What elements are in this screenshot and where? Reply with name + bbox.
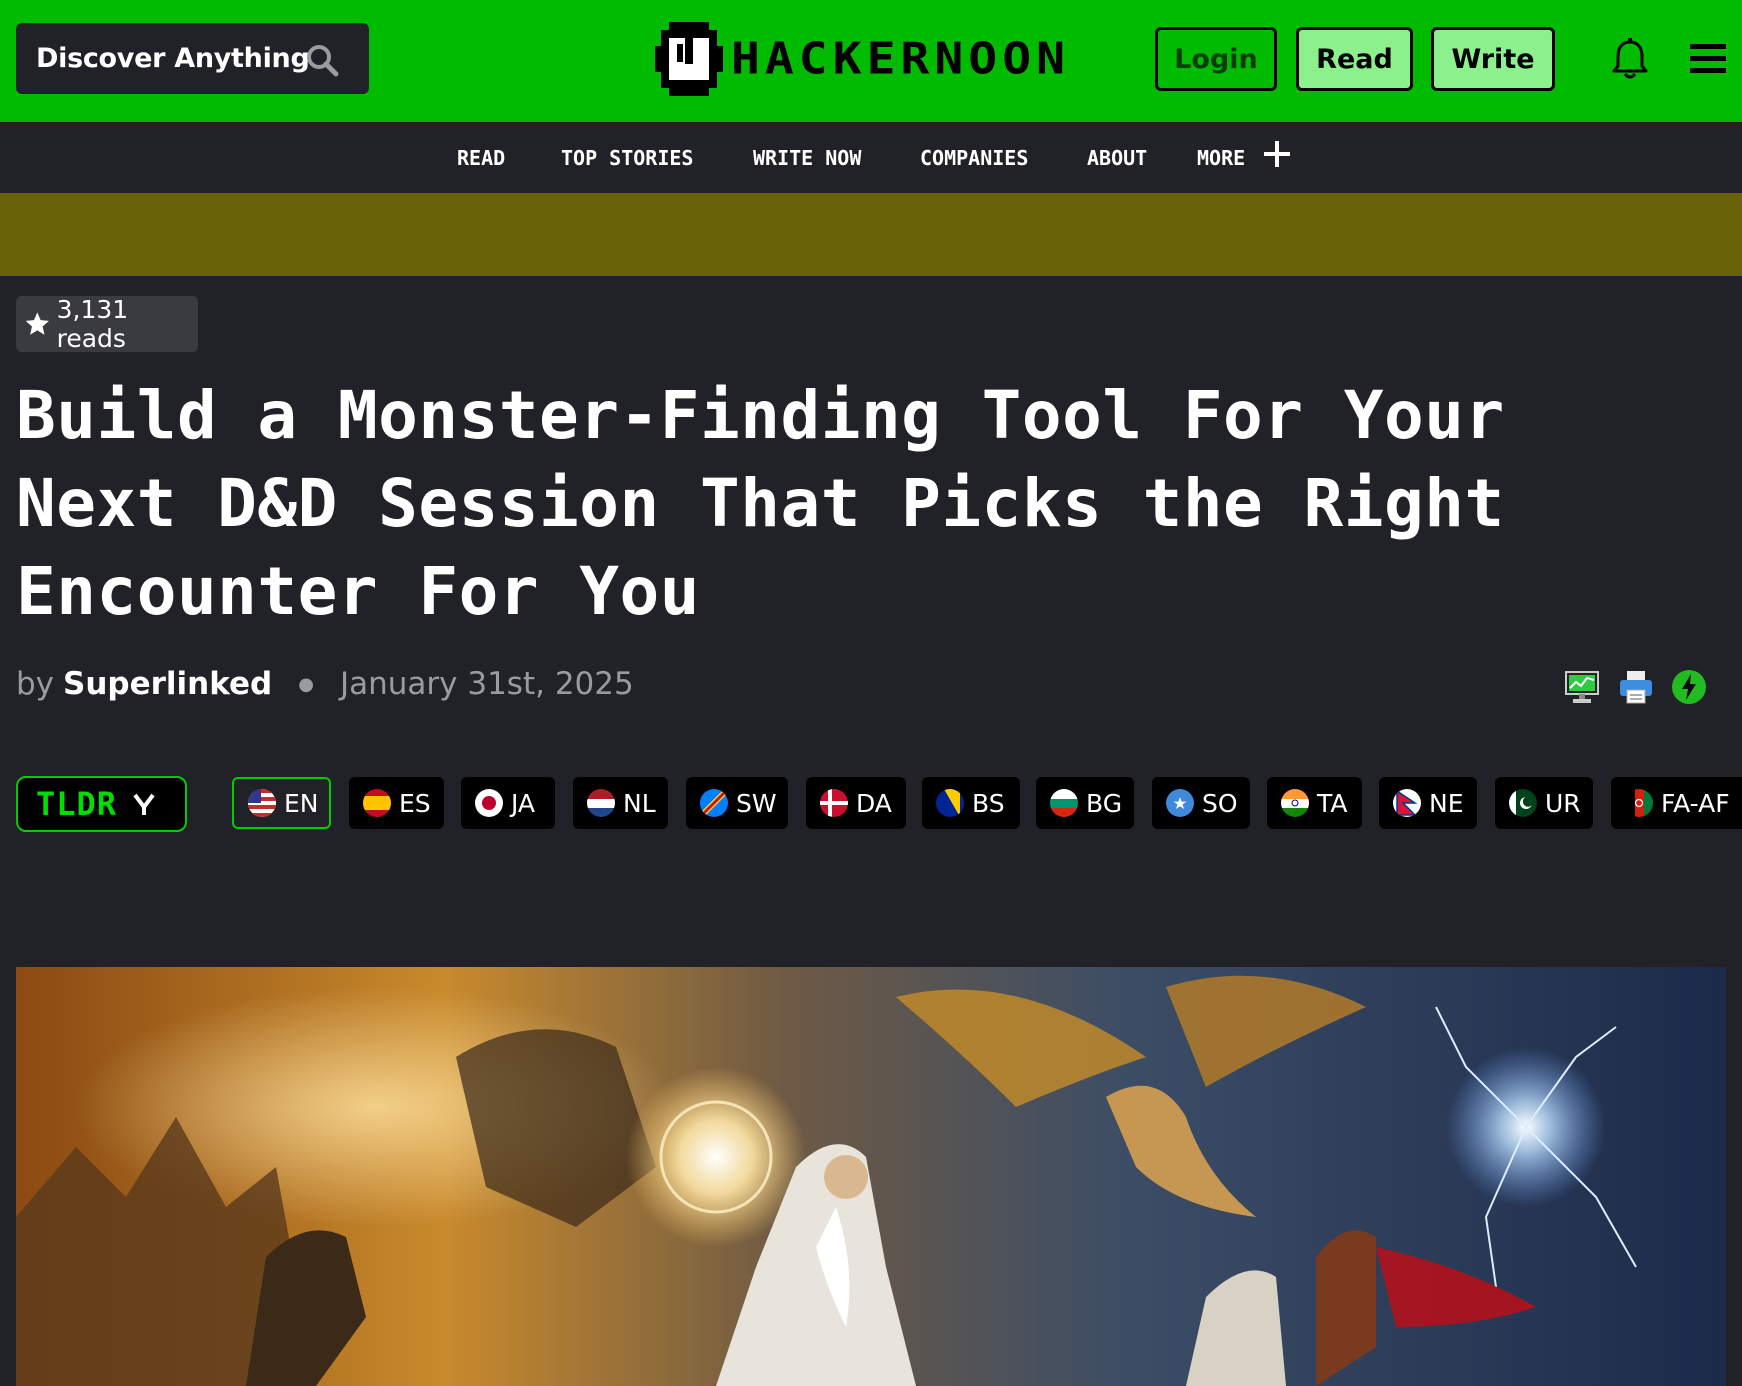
lang-code: UR — [1545, 788, 1581, 818]
lang-button-bg[interactable]: BG — [1036, 777, 1134, 829]
nav-item-companies[interactable]: COMPANIES — [920, 146, 1028, 170]
ad-banner — [0, 193, 1742, 276]
article-title: Build a Monster-Finding Tool For Your Ne… — [16, 377, 1505, 630]
denmark-flag-icon — [820, 789, 848, 817]
lang-code: TA — [1317, 788, 1348, 818]
congo-flag-icon — [700, 789, 728, 817]
lang-code: SO — [1202, 788, 1238, 818]
afghanistan-flag-icon — [1625, 789, 1653, 817]
hamburger-menu-icon[interactable] — [1690, 42, 1726, 76]
lang-code: DA — [856, 788, 892, 818]
plus-icon[interactable] — [1262, 139, 1292, 169]
top-header: Discover Anything HACKERNOON Login Read … — [0, 0, 1742, 122]
main-nav: READ TOP STORIES WRITE NOW COMPANIES ABO… — [0, 122, 1742, 193]
nav-item-about[interactable]: ABOUT — [1087, 146, 1147, 170]
lang-code: ES — [399, 788, 431, 818]
hero-image — [16, 967, 1726, 1386]
lang-button-en[interactable]: EN — [232, 777, 331, 829]
reads-badge: 3,131 reads — [16, 295, 198, 353]
write-button[interactable]: Write — [1431, 27, 1555, 91]
nav-item-more[interactable]: MORE — [1197, 146, 1245, 170]
nav-item-write-now[interactable]: WRITE NOW — [753, 146, 861, 170]
lang-code: NE — [1429, 788, 1464, 818]
lang-button-es[interactable]: ES — [349, 777, 444, 829]
nav-item-top-stories[interactable]: TOP STORIES — [561, 146, 693, 170]
nepal-flag-icon — [1393, 789, 1421, 817]
lang-button-ta[interactable]: TA — [1267, 777, 1362, 829]
lang-code: BS — [972, 788, 1005, 818]
search-label: Discover Anything — [36, 43, 310, 74]
lang-button-ur[interactable]: UR — [1495, 777, 1593, 829]
bosnia-flag-icon — [936, 789, 964, 817]
logo-mark-icon — [655, 22, 723, 96]
hackernoon-logo[interactable]: HACKERNOON — [655, 22, 1070, 96]
spain-flag-icon — [363, 789, 391, 817]
lang-button-ja[interactable]: JA — [461, 777, 555, 829]
lang-code: JA — [511, 788, 536, 818]
lang-button-sw[interactable]: SW — [686, 777, 788, 829]
separator-dot: ● — [298, 673, 314, 695]
netherlands-flag-icon — [587, 789, 615, 817]
india-flag-icon — [1281, 789, 1309, 817]
lang-code: SW — [736, 788, 777, 818]
lang-button-da[interactable]: DA — [806, 777, 906, 829]
lang-button-fa-af[interactable]: FA-AF — [1611, 777, 1742, 829]
star-icon — [25, 312, 49, 335]
reads-count: 3,131 reads — [56, 295, 129, 353]
pakistan-flag-icon — [1509, 789, 1537, 817]
lang-code: FA-AF — [1661, 788, 1730, 818]
lang-button-so[interactable]: SO — [1152, 777, 1250, 829]
lang-button-bs[interactable]: BS — [922, 777, 1020, 829]
logo-wordmark: HACKERNOON — [731, 33, 1070, 85]
search-box[interactable]: Discover Anything — [16, 23, 369, 94]
search-icon — [307, 45, 339, 77]
lang-code: EN — [284, 788, 319, 818]
chevron-down-icon — [133, 793, 155, 815]
lang-code: BG — [1086, 788, 1123, 818]
lang-button-ne[interactable]: NE — [1379, 777, 1477, 829]
power-icon[interactable] — [1670, 668, 1708, 706]
japan-flag-icon — [475, 789, 503, 817]
login-button[interactable]: Login — [1155, 27, 1277, 91]
somalia-flag-icon — [1166, 789, 1194, 817]
read-button[interactable]: Read — [1296, 27, 1413, 91]
lang-button-nl[interactable]: NL — [573, 777, 668, 829]
byline: by Superlinked ● January 31st, 2025 — [16, 666, 634, 702]
tldr-label: TLDR — [36, 785, 118, 823]
printer-icon[interactable] — [1617, 668, 1655, 706]
nav-item-read[interactable]: READ — [457, 146, 505, 170]
bell-icon[interactable] — [1611, 38, 1649, 80]
lang-code: NL — [623, 788, 656, 818]
monitor-icon[interactable] — [1563, 668, 1601, 706]
us-flag-icon — [248, 789, 276, 817]
publish-date: January 31st, 2025 — [339, 666, 634, 702]
tldr-button[interactable]: TLDR — [16, 776, 187, 832]
by-label: by — [16, 666, 55, 702]
bulgaria-flag-icon — [1050, 789, 1078, 817]
author-link[interactable]: Superlinked — [63, 666, 272, 702]
